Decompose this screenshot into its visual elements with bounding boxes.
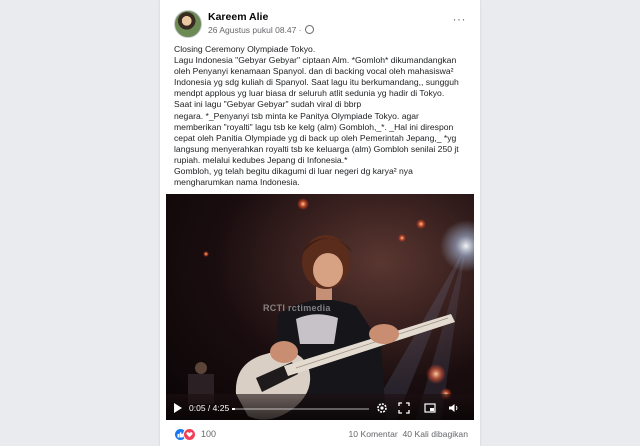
more-options-icon[interactable]: ··· (453, 12, 467, 26)
time-separator: / (205, 403, 213, 413)
post-stats: 10 Komentar 40 Kali dibagikan (349, 429, 468, 439)
play-icon[interactable] (174, 403, 182, 413)
video-controls: 0:05 / 4:25 (166, 396, 474, 420)
post-meta: 26 Agustus pukul 08.47 · (208, 25, 314, 35)
post-text-line: Indonesia yg sdg kuliah di Spanyol. Saat… (174, 77, 459, 88)
video-progress-fill (232, 408, 235, 410)
post-timestamp[interactable]: 26 Agustus pukul 08.47 (208, 25, 296, 35)
post-text-line: mendpt applous yg luar biasa dr seluruh … (174, 88, 445, 99)
post-text-line: cepat oleh Panitia Olympiade yg di back … (174, 132, 457, 143)
post-text-line: Gombloh, yg telah begitu dikagumi di lua… (174, 166, 413, 177)
avatar[interactable] (174, 10, 202, 38)
duration: 4:25 (212, 403, 230, 413)
globe-icon (304, 25, 314, 34)
post-text-line: Lagu Indonesia "Gebyar Gebyar" ciptaan A… (174, 55, 457, 66)
volume-icon[interactable] (448, 402, 460, 414)
post-text-line: Saat ini lagu "Gebyar Gebyar" sudah vira… (174, 99, 362, 110)
settings-gear-icon[interactable] (376, 402, 388, 414)
post-text-line: langsung menyerahkan royalti tsb ke kelu… (174, 143, 459, 154)
post-header: Kareem Alie 26 Agustus pukul 08.47 · ··· (174, 10, 466, 38)
share-count[interactable]: 40 Kali dibagikan (403, 429, 468, 439)
video-time: 0:05 / 4:25 (189, 403, 229, 413)
video-player[interactable]: RCTI rctimedia 0:05 / 4:25 (166, 194, 474, 420)
reaction-count[interactable]: 100 (201, 429, 216, 439)
post-text-line: oleh Penyanyi kenamaan Spanyol. dan di b… (174, 66, 454, 77)
post-text-line: rupiah. melalui kedubes Jepang di Infone… (174, 154, 348, 165)
video-progress-bar[interactable] (232, 408, 369, 410)
post-text-line: negara. *_Penyanyi tsb minta ke Panitya … (174, 110, 419, 121)
author-name[interactable]: Kareem Alie (208, 11, 268, 23)
current-time: 0:05 (189, 403, 206, 413)
post-text-line: Closing Ceremony Olympiade Tokyo. (174, 44, 316, 54)
fullscreen-icon[interactable] (398, 402, 410, 414)
post-footer: 100 10 Komentar 40 Kali dibagikan (174, 426, 468, 442)
video-watermark: RCTI rctimedia (263, 303, 331, 313)
picture-in-picture-icon[interactable] (424, 402, 436, 414)
meta-separator: · (296, 25, 304, 35)
post-text: Closing Ceremony Olympiade Tokyo. Lagu I… (174, 44, 470, 188)
facebook-post: Kareem Alie 26 Agustus pukul 08.47 · ···… (160, 0, 480, 446)
post-text-line: mengharumkan nama Indonesia. (174, 177, 300, 188)
post-text-line: memberikan "royalti" lagu tsb ke kelg (a… (174, 121, 454, 132)
comment-count[interactable]: 10 Komentar (349, 429, 398, 439)
love-reaction-icon (183, 428, 196, 441)
